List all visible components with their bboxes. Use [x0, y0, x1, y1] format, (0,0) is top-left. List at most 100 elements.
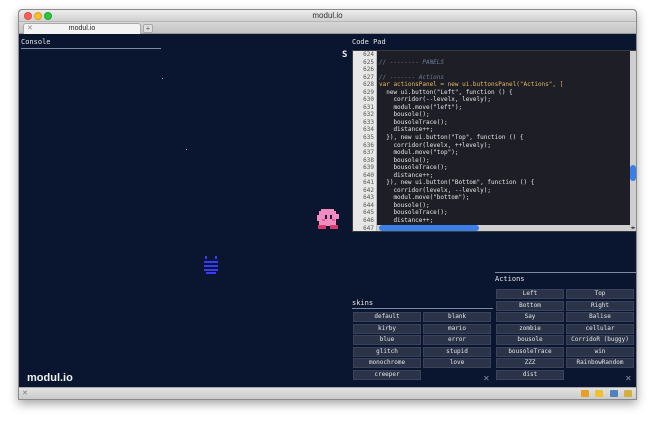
code-line: bousoleTrace(); — [379, 164, 448, 172]
actions-button-top[interactable]: Top — [566, 289, 634, 299]
code-line: var actionsPanel = new ui.buttonsPanel("… — [379, 81, 564, 89]
line-number: 630 — [363, 96, 374, 104]
skins-button-monochrome[interactable]: monochrome — [353, 358, 421, 368]
code-line: bousoleTrace(); — [379, 118, 448, 126]
actions-button-bousoletrace[interactable]: bousoleTrace — [496, 346, 564, 357]
console-divider — [21, 48, 161, 49]
skins-button-stupid[interactable]: stupid — [423, 346, 491, 357]
actions-divider — [495, 272, 636, 273]
line-number: 628 — [363, 81, 374, 89]
tab-label: modul.io — [68, 25, 96, 32]
line-number: 637 — [363, 149, 374, 157]
code-line: distance++; — [379, 217, 434, 225]
title-bar: modul.io — [19, 10, 636, 22]
code-line: corridor(levelx, --levely); — [379, 186, 491, 194]
code-line: bousole(); — [379, 201, 430, 209]
game-score-glyph: S — [342, 50, 348, 60]
rss-icon[interactable] — [595, 390, 604, 397]
line-number: 627 — [363, 73, 374, 81]
line-number: 641 — [363, 179, 374, 187]
skins-title: skins — [352, 299, 374, 307]
actions-button-bousole[interactable]: bousole — [496, 335, 564, 345]
line-number: 639 — [363, 164, 374, 172]
browser-window: modul.io ✕ modul.io + Console modul.io C… — [18, 9, 637, 400]
actions-close-icon[interactable]: ✕ — [625, 374, 632, 383]
vertical-scroll-thumb[interactable] — [630, 165, 636, 181]
actions-button-win[interactable]: win — [566, 346, 634, 357]
line-number: 647 — [363, 224, 374, 232]
status-bar: ✕ — [19, 387, 636, 399]
line-number: 646 — [363, 217, 374, 225]
skins-button-glitch[interactable]: glitch — [353, 346, 421, 357]
line-number-gutter: 624 625 626 627 628 629 630 631 632 633 634 635 636 6… — [353, 51, 377, 231]
skins-button-mario[interactable]: mario — [423, 323, 491, 334]
code-line: corridor(--levelx, levely); — [379, 96, 491, 104]
code-line: // -------- PANELS — [379, 58, 445, 66]
actions-button-zzz[interactable]: ZZZ — [496, 358, 564, 368]
line-number: 636 — [363, 141, 374, 149]
star — [186, 149, 187, 150]
code-line: modul.move("top"); — [379, 149, 459, 157]
tab-modulio[interactable]: ✕ modul.io — [23, 23, 141, 34]
new-tab-button[interactable]: + — [143, 24, 153, 33]
skins-button-blue[interactable]: blue — [353, 335, 421, 345]
status-close-icon[interactable]: ✕ — [22, 389, 28, 397]
modulio-logo-text: modul.io — [27, 372, 73, 384]
skins-button-default[interactable]: default — [353, 312, 421, 322]
actions-button-corridor-buggy[interactable]: CorridoR (buggy) — [566, 335, 634, 345]
addon-icon[interactable] — [624, 390, 632, 397]
actions-button-zombie[interactable]: zombie — [496, 323, 564, 334]
page-content: Console modul.io Code Pad S 624 625 626 … — [19, 35, 636, 389]
skins-divider — [352, 308, 493, 309]
horizontal-scrollbar[interactable] — [377, 225, 629, 231]
actions-button-dist[interactable]: dist — [496, 369, 564, 380]
settings-icon[interactable] — [609, 390, 618, 397]
actions-button-bottom[interactable]: Bottom — [496, 300, 564, 311]
window-title: modul.io — [312, 11, 343, 20]
code-line: bousoleTrace(); — [379, 209, 448, 217]
skins-close-icon[interactable]: ✕ — [483, 374, 490, 383]
vertical-scrollbar[interactable] — [630, 51, 636, 225]
code-editor[interactable]: 624 625 626 627 628 629 630 631 632 633 634 635 636 6… — [352, 50, 636, 232]
line-number: 635 — [363, 134, 374, 142]
line-number: 638 — [363, 156, 374, 164]
status-icons — [579, 390, 632, 398]
line-number: 626 — [363, 66, 374, 74]
horizontal-scroll-thumb[interactable] — [379, 225, 479, 231]
actions-button-right[interactable]: Right — [566, 300, 634, 311]
line-number: 632 — [363, 111, 374, 119]
line-number: 644 — [363, 201, 374, 209]
line-number: 625 — [363, 58, 374, 66]
skins-button-love[interactable]: love — [423, 358, 491, 368]
extension-icon[interactable] — [580, 390, 589, 397]
console-title: Console — [21, 38, 51, 46]
line-number: 631 — [363, 103, 374, 111]
actions-button-balise[interactable]: Balise — [566, 312, 634, 322]
tab-close-icon[interactable]: ✕ — [27, 24, 33, 34]
actions-button-left[interactable]: Left — [496, 289, 564, 299]
tab-bar: ✕ modul.io + — [19, 22, 636, 34]
blue-creature-sprite — [204, 256, 218, 274]
skins-button-blank[interactable]: blank — [423, 312, 491, 322]
line-number: 624 — [363, 51, 374, 58]
line-number: 640 — [363, 171, 374, 179]
code-line: }), new ui.button("Top", function () { — [379, 134, 524, 142]
line-number: 645 — [363, 209, 374, 217]
actions-button-rainbowrandom[interactable]: RainbowRandom — [566, 358, 634, 368]
code-line: modul.move("left"); — [379, 103, 463, 111]
code-line: corridor(levelx, ++levely); — [379, 141, 491, 149]
code-text[interactable]: // -------- PANELS // ------- Actions var … — [379, 51, 629, 231]
actions-button-say[interactable]: Say — [496, 312, 564, 322]
skins-button-creeper[interactable]: creeper — [353, 369, 421, 380]
skins-button-error[interactable]: error — [423, 335, 491, 345]
code-line: // ------- Actions — [379, 73, 445, 81]
scroll-arrows-icon[interactable]: ◂▸ — [629, 225, 636, 231]
actions-button-cellular[interactable]: cellular — [566, 323, 634, 334]
code-line: modul.move("bottom"); — [379, 194, 470, 202]
line-number: 634 — [363, 126, 374, 134]
code-line: distance++; — [379, 171, 434, 179]
code-line: new ui.button("Left", function () { — [379, 88, 513, 96]
skins-button-kirby[interactable]: kirby — [353, 323, 421, 334]
